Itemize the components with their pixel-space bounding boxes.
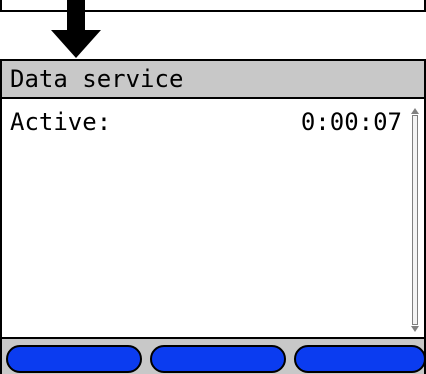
content-area: Active: 0:00:07	[2, 99, 424, 337]
softkey-2[interactable]	[150, 345, 286, 373]
softkey-bar	[2, 337, 426, 374]
scroll-up-icon[interactable]	[410, 107, 420, 115]
screen-title: Data service	[10, 65, 184, 93]
status-label: Active:	[10, 108, 112, 136]
scroll-down-icon[interactable]	[410, 325, 420, 333]
device-screen: Data service Active: 0:00:07	[0, 59, 426, 374]
down-arrow-icon	[51, 0, 101, 58]
scroll-track[interactable]	[412, 115, 418, 325]
status-row: Active: 0:00:07	[10, 107, 402, 137]
title-bar: Data service	[2, 61, 424, 99]
elapsed-time: 0:00:07	[300, 108, 402, 136]
softkey-3[interactable]	[294, 345, 426, 373]
scrollbar[interactable]	[410, 107, 420, 333]
softkey-1[interactable]	[6, 345, 142, 373]
